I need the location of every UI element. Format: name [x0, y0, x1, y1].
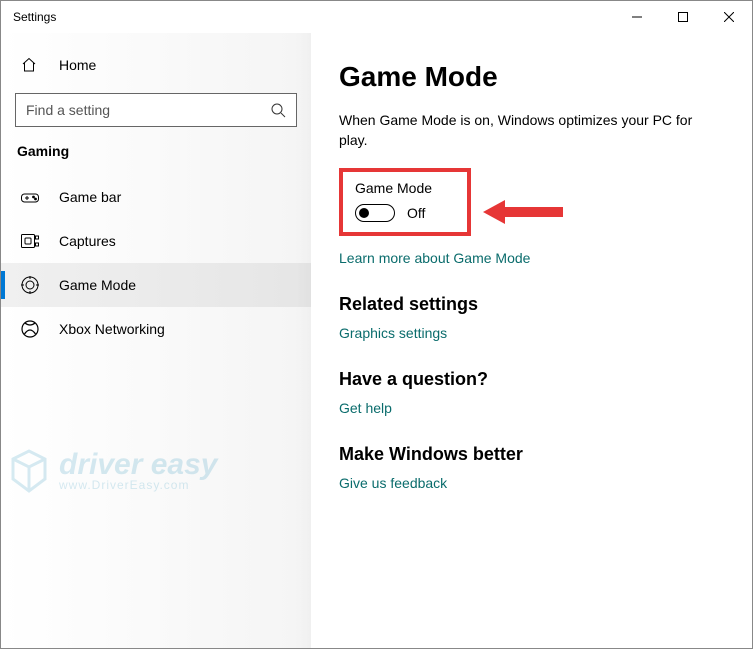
captures-icon: [21, 234, 39, 248]
gamemode-toggle-highlight: Game Mode Off: [339, 168, 471, 236]
home-label: Home: [59, 57, 96, 73]
sidebar-item-label: Xbox Networking: [59, 321, 165, 337]
sidebar-section-label: Gaming: [1, 143, 311, 175]
window-controls: [614, 1, 752, 33]
gamebar-icon: [21, 190, 39, 204]
arrow-annotation: [483, 198, 563, 226]
feedback-heading: Make Windows better: [339, 444, 728, 465]
sidebar: Home Gaming Game bar Captures Game: [1, 33, 311, 648]
page-title: Game Mode: [339, 61, 728, 93]
sidebar-item-captures[interactable]: Captures: [1, 219, 311, 263]
sidebar-item-gamemode[interactable]: Game Mode: [1, 263, 311, 307]
watermark-text: driver easy: [59, 451, 217, 478]
learn-more-link[interactable]: Learn more about Game Mode: [339, 250, 530, 266]
watermark: driver easy www.DriverEasy.com: [7, 449, 217, 493]
get-help-link[interactable]: Get help: [339, 400, 392, 416]
toggle-state: Off: [407, 205, 425, 221]
feedback-link[interactable]: Give us feedback: [339, 475, 447, 491]
sidebar-item-label: Captures: [59, 233, 116, 249]
content-pane: Game Mode When Game Mode is on, Windows …: [311, 33, 752, 648]
search-input[interactable]: [26, 102, 270, 118]
close-button[interactable]: [706, 1, 752, 33]
sidebar-item-gamebar[interactable]: Game bar: [1, 175, 311, 219]
graphics-settings-link[interactable]: Graphics settings: [339, 325, 447, 341]
search-box[interactable]: [15, 93, 297, 127]
sidebar-item-label: Game bar: [59, 189, 121, 205]
page-description: When Game Mode is on, Windows optimizes …: [339, 111, 699, 150]
gamemode-icon: [21, 276, 39, 294]
search-icon: [270, 102, 286, 118]
toggle-knob: [359, 208, 369, 218]
xbox-icon: [21, 320, 39, 338]
sidebar-item-label: Game Mode: [59, 277, 136, 293]
maximize-button[interactable]: [660, 1, 706, 33]
question-heading: Have a question?: [339, 369, 728, 390]
titlebar: Settings: [1, 1, 752, 33]
window-title: Settings: [1, 10, 614, 24]
minimize-button[interactable]: [614, 1, 660, 33]
watermark-subtext: www.DriverEasy.com: [59, 478, 217, 492]
toggle-label: Game Mode: [355, 180, 455, 196]
gamemode-toggle[interactable]: [355, 204, 395, 222]
related-heading: Related settings: [339, 294, 728, 315]
home-nav[interactable]: Home: [1, 45, 311, 85]
home-icon: [21, 57, 39, 73]
sidebar-item-xbox[interactable]: Xbox Networking: [1, 307, 311, 351]
